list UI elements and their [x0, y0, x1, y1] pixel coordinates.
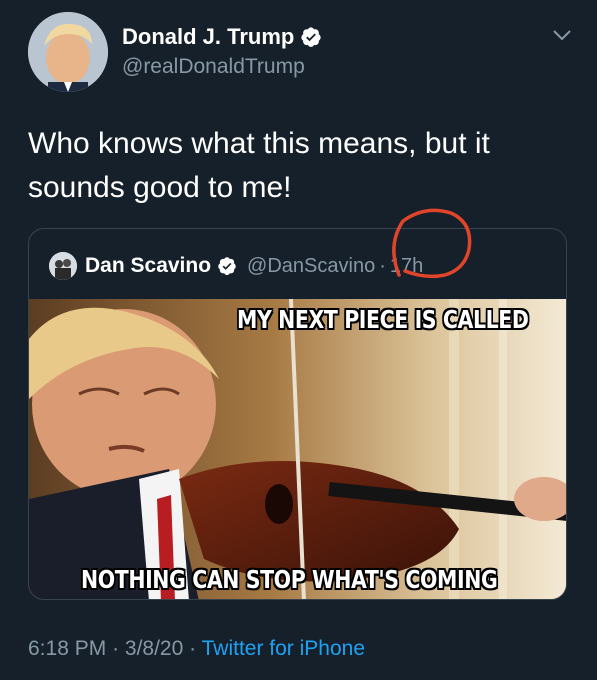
separator-dot: ·	[112, 637, 120, 660]
author-avatar[interactable]	[28, 12, 108, 92]
quoted-author-handle: @DanScavino	[247, 254, 376, 277]
tweet: Donald J. Trump @realDonaldTrump Who kno…	[0, 0, 597, 680]
tweet-text: Who knows what this means, but it sounds…	[28, 127, 490, 204]
separator-dot: ·	[379, 254, 386, 277]
meme-image[interactable]: MY NEXT PIECE IS CALLED NOTHING CAN STOP…	[29, 299, 566, 599]
verified-badge-icon	[301, 27, 321, 47]
meme-artwork	[29, 299, 566, 599]
author-handle[interactable]: @realDonaldTrump	[122, 55, 305, 79]
quoted-author-name: Dan Scavino	[85, 254, 212, 277]
tweet-date: 3/8/20	[124, 637, 184, 660]
meme-top-caption: MY NEXT PIECE IS CALLED	[237, 305, 529, 334]
tweet-time: 6:18 PM	[28, 637, 107, 660]
author-name-text: Donald J. Trump	[122, 24, 295, 49]
quoted-tweet-time: 17h	[389, 254, 424, 277]
quoted-author-avatar	[49, 252, 77, 280]
chevron-down-icon[interactable]	[552, 28, 572, 42]
quoted-tweet[interactable]: Dan Scavino @DanScavino · 17h MY NEXT PI…	[28, 228, 567, 600]
quoted-tweet-header: Dan Scavino @DanScavino · 17h	[49, 251, 423, 281]
separator-dot: ·	[189, 637, 197, 660]
verified-badge-icon	[218, 257, 236, 275]
meme-bottom-caption: NOTHING CAN STOP WHAT'S COMING	[81, 565, 498, 594]
tweet-footer: 6:18 PM · 3/8/20 · Twitter for iPhone	[28, 637, 365, 661]
author-name[interactable]: Donald J. Trump	[122, 24, 322, 50]
tweet-source-link[interactable]: Twitter for iPhone	[202, 637, 365, 660]
